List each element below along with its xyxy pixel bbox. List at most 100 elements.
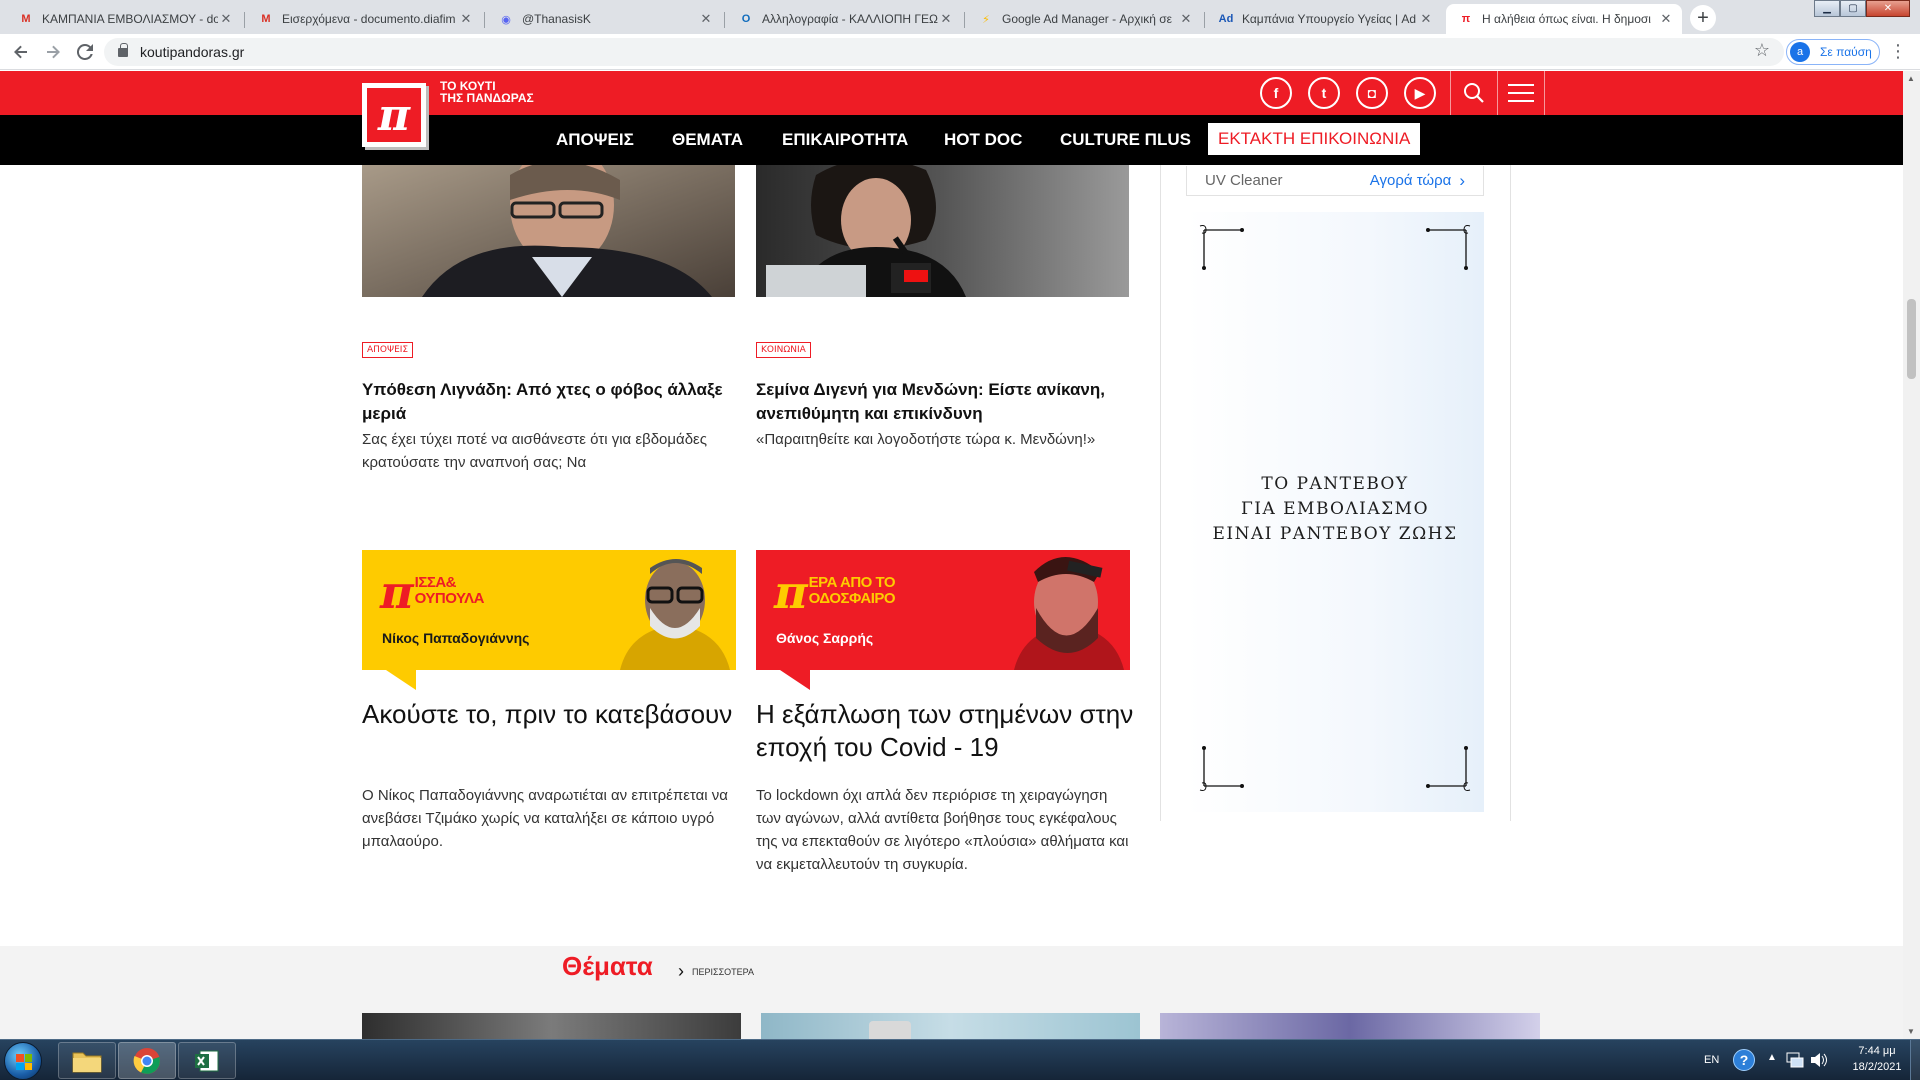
column-pi-glyph: π [774,565,808,619]
maximize-button[interactable]: ▢ [1840,0,1866,17]
topic-thumbnail[interactable] [1160,1013,1540,1039]
avatar: a [1790,42,1810,62]
instagram-icon[interactable]: ◘ [1356,77,1388,109]
discord-icon: ◉ [501,13,511,26]
vax-line-2: ΓΙΑ ΕΜΒΟΛΙΑΣΜΟ [1240,499,1430,519]
ad-cta-label: Αγορά τώρα [1369,172,1452,189]
nav-item[interactable]: CULTURE ΠLUS [1060,115,1191,165]
reload-button[interactable] [73,40,97,64]
profile-status: Σε παύση [1820,45,1872,59]
browser-tab[interactable]: Ad Καμπάνια Υπουργείο Υγείας | Ad ✕ [1206,4,1442,34]
browser-tab[interactable]: M ΚΑΜΠΑΝΙΑ ΕΜΒΟΛΙΑΣΜΟΥ - do ✕ [6,4,242,34]
section-more-link[interactable]: › ΠΕΡΙΣΣΟΤΕΡΑ [678,961,754,982]
column-logo-line1: ΙΣΣΑ& [414,574,457,591]
profile-button[interactable]: a Σε παύση [1786,39,1880,65]
volume-icon[interactable] [1810,1052,1828,1068]
hamburger-menu-button[interactable] [1498,71,1544,115]
category-badge[interactable]: ΚΟΙΝΩΝΙΑ [756,342,811,358]
show-hidden-icons-arrow-icon[interactable]: ▲ [1767,1052,1777,1063]
input-language[interactable]: EN [1704,1054,1719,1066]
section-title[interactable]: Θέματα [562,951,653,982]
tab-close-icon[interactable]: ✕ [1658,11,1674,27]
browser-tab[interactable]: ◉ @ThanasisK ✕ [486,4,722,34]
browser-tab[interactable]: ⚡ Google Ad Manager - Αρχική σε ✕ [966,4,1202,34]
site-logo-text[interactable]: ΤΟ ΚΟΥΤΙ ΤΗΣ ΠΑΝΔΩΡΑΣ [440,80,560,104]
youtube-icon[interactable]: ▶ [1404,77,1436,109]
excel-taskbar-button[interactable] [178,1042,236,1079]
tab-close-icon[interactable]: ✕ [698,11,714,27]
bookmark-star-icon[interactable]: ☆ [1754,40,1770,61]
uv-cleaner-ad[interactable]: UV Cleaner Αγορά τώρα › [1186,166,1484,196]
tab-separator [1204,12,1205,28]
article-title[interactable]: Υπόθεση Λιγνάδη: Από χτες ο φόβος άλλαξε… [362,378,742,426]
nav-item-breaking[interactable]: ΕΚΤΑΚΤΗ ΕΠΙΚΟΙΝΩΝΙΑ [1208,123,1421,155]
banner-tail [386,670,416,690]
search-button[interactable] [1451,71,1497,115]
column-banner-pera-apo-to-podosfairo[interactable]: π ΕΡΑ ΑΠΟ ΤΟ ΟΔΟΣΦΑΙΡΟ Θάνος Σαρρής [756,550,1130,690]
minimize-button[interactable]: ▁ [1814,0,1840,17]
explorer-taskbar-button[interactable] [58,1042,116,1079]
browser-tab[interactable]: π Η αλήθεια όπως είναι. Η δημοσι ✕ [1446,4,1682,34]
forward-arrow-icon [47,45,60,59]
ornament-icon [1426,746,1471,791]
tab-separator [724,12,725,28]
twitter-icon[interactable]: t [1308,77,1340,109]
help-icon[interactable]: ? [1733,1049,1755,1071]
start-button[interactable] [4,1042,42,1080]
back-arrow-icon [14,45,27,59]
clock-date[interactable]: 18/2/2021 [1846,1061,1908,1073]
article-summary: «Παραιτηθείτε και λογοδοτήστε τώρα κ. Με… [756,431,1096,448]
column-article-title[interactable]: Ακούστε το, πριν το κατεβάσουν [362,698,742,731]
back-button[interactable] [9,40,33,64]
tab-close-icon[interactable]: ✕ [218,11,234,27]
category-badge[interactable]: ΑΠΟΨΕΙΣ [362,342,414,358]
logo-line-2: ΤΗΣ ΠΑΝΔΩΡΑΣ [440,91,534,105]
banner-tail [780,670,810,690]
topic-thumbnail[interactable] [761,1013,1140,1039]
ad-product-name: UV Cleaner [1205,172,1283,189]
clock-time[interactable]: 7:44 μμ [1852,1045,1902,1057]
browser-tab[interactable]: M Εισερχόμενα - documento.diafim ✕ [246,4,482,34]
nav-item[interactable]: ΑΠΟΨΕΙΣ [556,115,634,165]
portrait-image [362,165,735,297]
article-photo-mendoni[interactable] [756,165,1129,297]
network-icon[interactable] [1786,1052,1804,1068]
article-photo-lignadis[interactable] [362,165,735,297]
windows-taskbar: EN ? ▲ 7:44 μμ 18/2/2021 [0,1039,1920,1080]
topic-thumbnail[interactable] [362,1013,741,1039]
browser-menu-icon[interactable]: ⋮ [1888,42,1908,62]
column-article-title[interactable]: Η εξάπλωση των στημένων στην εποχή του C… [756,698,1136,764]
gmail-icon: M [261,13,271,25]
hamburger-icon [1508,84,1534,102]
tab-close-icon[interactable]: ✕ [1418,11,1434,27]
forward-button[interactable] [41,40,65,64]
pi-logo-icon: π [367,88,421,142]
sidebar-divider [1510,71,1511,821]
author-portrait [1014,557,1124,670]
ornament-icon [1199,225,1244,270]
site-logo[interactable]: π [362,83,426,147]
address-bar[interactable]: koutipandoras.gr ☆ [104,38,1784,66]
ad-cta-link[interactable]: Αγορά τώρα › [1370,171,1465,191]
scroll-up-arrow-icon[interactable]: ▲ [1907,74,1915,83]
facebook-icon[interactable]: f [1260,77,1292,109]
nav-item[interactable]: HOT DOC [944,115,1022,165]
column-logo-line2: ΟΔΟΣΦΑΙΡΟ [808,590,896,607]
portrait-image [756,165,1129,297]
tab-close-icon[interactable]: ✕ [1178,11,1194,27]
column-banner-pissa-koupoula[interactable]: π ΙΣΣΑ& ΟΥΠΟΥΛΑ Νίκος Παπαδογιάννης [362,550,736,690]
article-title[interactable]: Σεμίνα Διγενή για Μενδώνη: Είστε ανίκανη… [756,378,1136,426]
browser-tab[interactable]: O Αλληλογραφία - ΚΑΛΛΙΟΠΗ ΓΕΩ ✕ [726,4,962,34]
new-tab-button[interactable]: + [1690,5,1716,31]
vertical-scrollbar[interactable]: ▲ ▼ [1903,71,1920,1039]
close-window-button[interactable]: ✕ [1866,0,1910,17]
scroll-down-arrow-icon[interactable]: ▼ [1907,1027,1915,1036]
tab-close-icon[interactable]: ✕ [458,11,474,27]
nav-item[interactable]: ΕΠΙΚΑΙΡΟΤΗΤΑ [782,115,908,165]
chrome-taskbar-button[interactable] [118,1042,176,1079]
scrollbar-thumb[interactable] [1907,299,1916,379]
vaccination-campaign-ad[interactable]: ΤΟ ΡΑΝΤΕΒΟΥ ΓΙΑ ΕΜΒΟΛΙΑΣΜΟ ΕΙΝΑΙ ΡΑΝΤΕΒΟ… [1186,212,1484,812]
show-desktop-button[interactable] [1910,1040,1920,1080]
tab-close-icon[interactable]: ✕ [938,11,954,27]
nav-item[interactable]: ΘΕΜΑΤΑ [672,115,743,165]
